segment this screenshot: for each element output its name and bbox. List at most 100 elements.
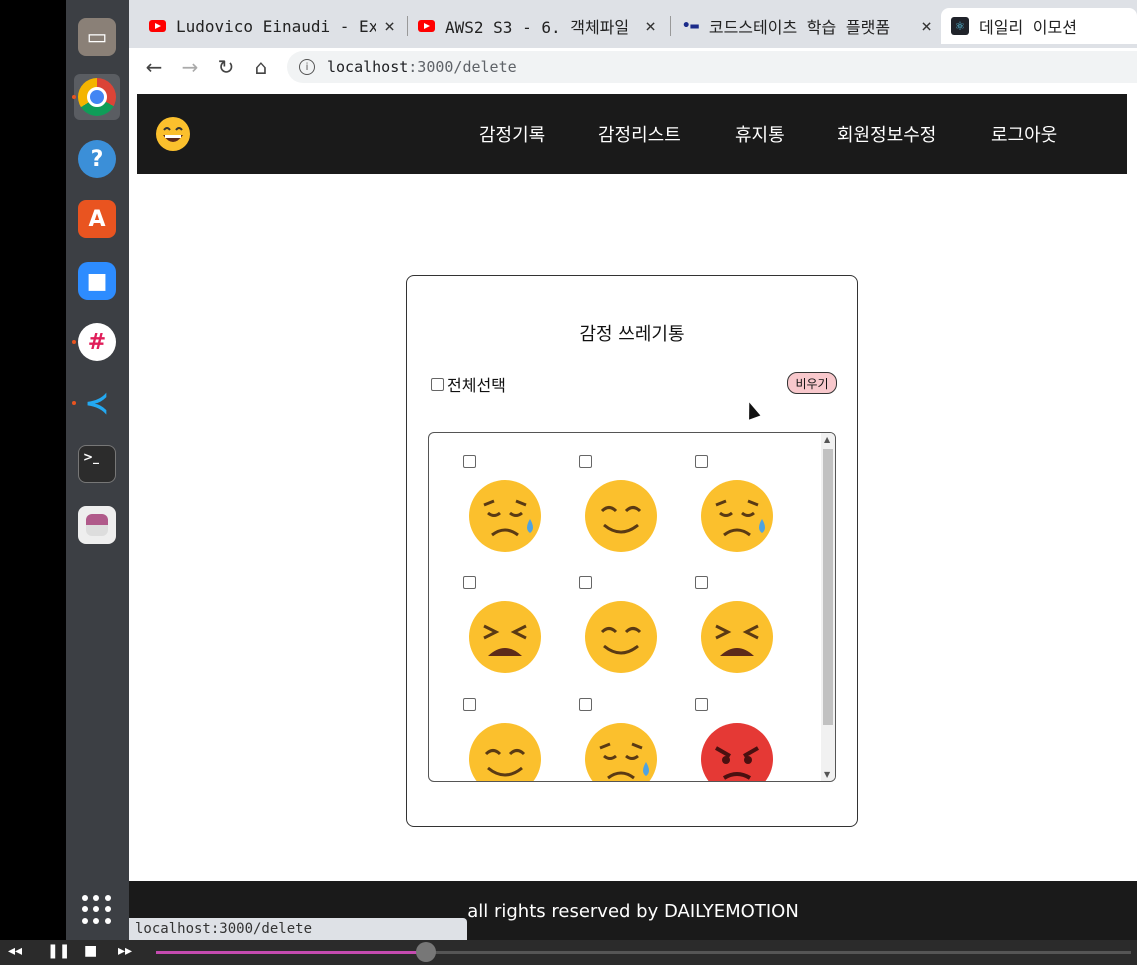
emotion-checkbox[interactable] [579,576,592,589]
react-icon: ⚛ [951,17,969,35]
emotion-checkbox[interactable] [463,698,476,711]
fast-forward-icon[interactable]: ▸▸ [118,943,132,959]
link-status-bubble: localhost:3000/delete [129,918,467,940]
smiling-face-icon [585,480,657,552]
tab-bar: Ludovico Einaudi - Expe × AWS2 S3 - 6. 객… [129,0,1137,48]
forward-arrow-icon[interactable]: → [177,54,203,80]
emotion-scroll-list[interactable]: ▲ ▼ [428,432,836,782]
close-icon[interactable]: × [921,16,932,37]
scrollbar-thumb[interactable] [823,449,833,725]
browser-window: Ludovico Einaudi - Expe × AWS2 S3 - 6. 객… [129,0,1137,940]
tab-einaudi[interactable]: Ludovico Einaudi - Expe × [149,8,401,44]
crying-face-icon [585,723,657,781]
settings-toggle-icon [78,506,116,544]
dock-tweaks[interactable] [74,502,120,548]
seek-progress [156,951,426,954]
pause-icon[interactable]: ❚❚ [47,943,70,959]
emotion-item-crying[interactable] [579,698,659,781]
scroll-up-icon[interactable]: ▲ [824,435,830,444]
dock-software[interactable]: A [74,196,120,242]
emotion-item-tired[interactable] [463,576,543,686]
browser-toolbar: ← → ↻ ⌂ i localhost:3000/delete [129,48,1137,87]
dock-help[interactable]: ? [74,136,120,182]
url-path: :3000/delete [408,58,517,76]
select-all[interactable]: 전체선택 [431,372,506,396]
nav-logout[interactable]: 로그아웃 [991,94,1057,174]
seek-track[interactable] [156,951,1131,954]
close-icon[interactable]: × [384,16,395,37]
codestates-icon: •▬ [682,18,699,34]
show-applications-icon[interactable] [82,895,112,925]
dock-vscode[interactable]: ≺ [72,380,120,426]
emotion-checkbox[interactable] [579,698,592,711]
nav-trash[interactable]: 휴지통 [735,94,785,174]
zoom-icon: ■ [78,262,116,300]
emotion-item-tired[interactable] [695,576,775,686]
reload-icon[interactable]: ↻ [213,54,239,80]
tab-title: 데일리 이모션 [979,18,1077,37]
home-icon[interactable]: ⌂ [248,54,274,80]
emotion-item-crying[interactable] [463,455,543,565]
files-icon: ▭ [78,18,116,56]
emotion-item-smiling[interactable] [579,455,659,565]
trash-title: 감정 쓰레기통 [579,324,685,345]
dock-files[interactable]: ▭ [74,14,120,60]
emotion-item-angry[interactable] [695,698,775,781]
help-icon: ? [78,140,116,178]
web-page: 감정기록 감정리스트 휴지통 회원정보수정 로그아웃 감정 쓰레기통 전체선택 … [129,86,1137,940]
tab-separator [407,16,408,36]
url-host: localhost [327,58,409,76]
grinning-logo-icon[interactable] [155,116,191,152]
left-black-strip [0,0,66,940]
terminal-icon: >_ [78,445,116,483]
slack-icon: # [78,323,116,361]
emotion-checkbox[interactable] [463,455,476,468]
seek-knob[interactable] [416,942,436,962]
emotion-checkbox[interactable] [695,455,708,468]
dock-slack[interactable]: # [72,319,120,365]
scroll-down-icon[interactable]: ▼ [824,770,830,779]
youtube-icon [418,20,435,32]
nav-profile-edit[interactable]: 회원정보수정 [837,94,936,174]
emotion-item-smiling[interactable] [463,698,543,781]
emotion-item-crying[interactable] [695,455,775,565]
smiling-face-icon [585,601,657,673]
tired-face-icon [701,601,773,673]
tired-face-icon [469,601,541,673]
dock-chrome[interactable] [72,74,120,120]
select-all-checkbox[interactable] [431,377,444,391]
crying-face-icon [469,480,541,552]
tab-aws[interactable]: AWS2 S3 - 6. 객체파일 - × [418,8,662,44]
back-arrow-icon[interactable]: ← [141,54,167,80]
running-indicator [72,95,76,99]
select-all-label: 전체선택 [447,376,506,395]
nav-list[interactable]: 감정리스트 [598,94,681,174]
emotion-item-smiling[interactable] [579,576,659,686]
tab-separator [670,16,671,36]
nav-record[interactable]: 감정기록 [479,94,545,174]
running-indicator [72,401,76,405]
rewind-icon[interactable]: ◂◂ [8,943,22,959]
stop-icon[interactable]: ■ [84,943,97,959]
tab-codestates[interactable]: •▬ 코드스테이츠 학습 플랫폼 × [682,8,938,44]
vscode-icon: ≺ [84,385,110,421]
scrollbar[interactable]: ▲ ▼ [821,433,835,781]
address-bar[interactable]: i localhost:3000/delete [287,51,1137,83]
dock-zoom[interactable]: ■ [74,258,120,304]
info-icon[interactable]: i [299,59,315,75]
emotion-checkbox[interactable] [695,698,708,711]
running-indicator [72,340,76,344]
software-center-icon: A [78,200,116,238]
smiling-face-icon [469,723,541,781]
ubuntu-dock: ▭ ? A ■ # ≺ >_ [66,0,129,940]
tab-title: Ludovico Einaudi - Expe [176,16,376,36]
clear-trash-button[interactable]: 비우기 [787,372,837,394]
dock-terminal[interactable]: >_ [74,441,120,487]
emotion-checkbox[interactable] [463,576,476,589]
tab-daily-emotion[interactable]: ⚛ 데일리 이모션 [941,8,1137,44]
angry-face-icon [701,723,773,781]
close-icon[interactable]: × [645,16,656,37]
emotion-checkbox[interactable] [695,576,708,589]
tab-title: AWS2 S3 - 6. 객체파일 - [445,18,639,37]
emotion-checkbox[interactable] [579,455,592,468]
